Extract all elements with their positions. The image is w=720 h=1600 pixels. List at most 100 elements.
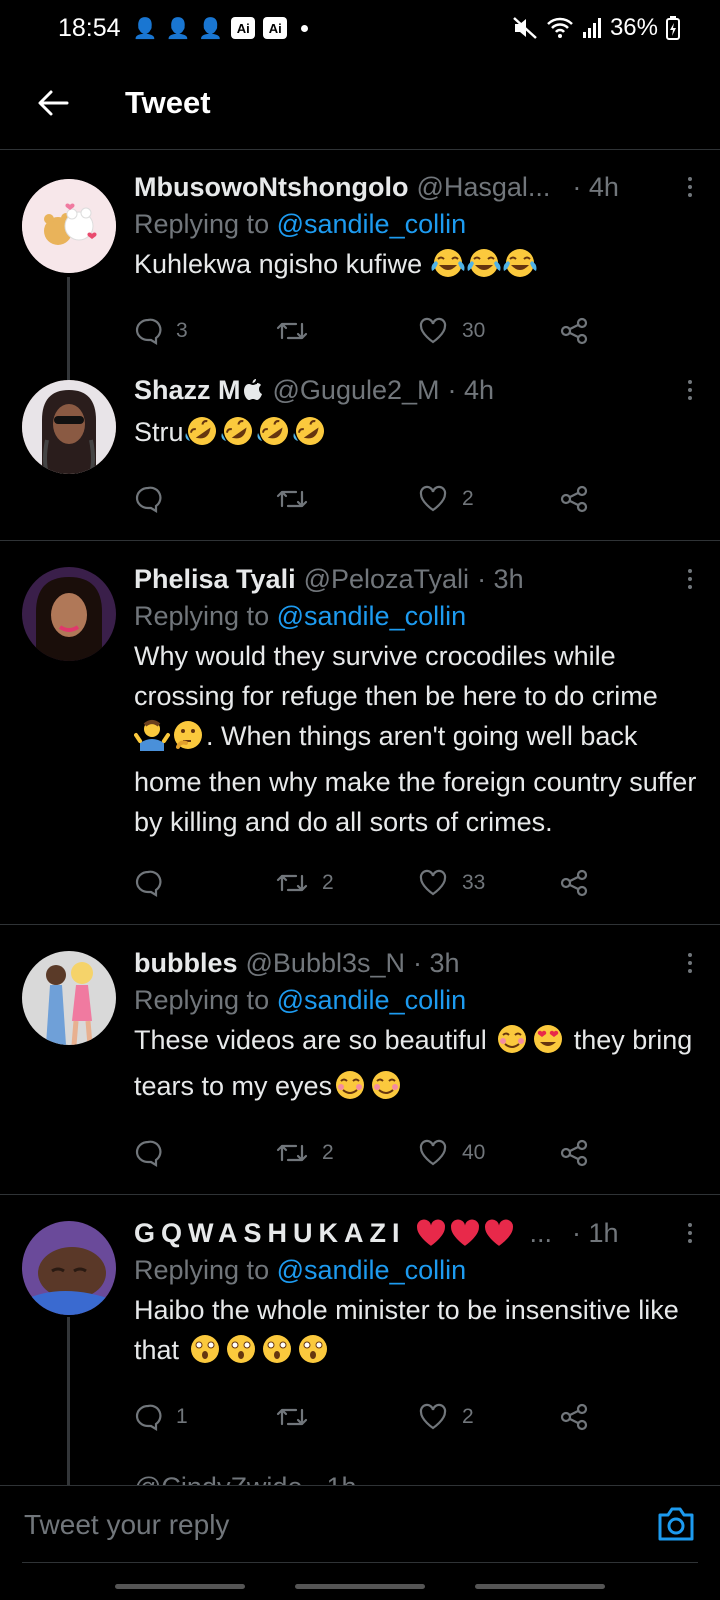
cartoon-girls-icon bbox=[22, 951, 116, 1045]
share-button[interactable] bbox=[560, 485, 588, 513]
reply-button[interactable] bbox=[134, 485, 276, 513]
heart-icon bbox=[419, 1139, 447, 1166]
tweet-item[interactable]: Phelisa Tyali @PelozaTyali · 3h Replying… bbox=[0, 541, 720, 925]
more-options-button[interactable] bbox=[680, 953, 700, 973]
retweet-icon bbox=[276, 1144, 308, 1162]
tweet-text: Why would they survive crocodiles while … bbox=[134, 636, 698, 842]
replying-to-handle[interactable]: @sandile_collin bbox=[277, 985, 467, 1015]
add-person-icon: 👤 bbox=[132, 17, 158, 40]
like-count: 40 bbox=[462, 1141, 486, 1164]
reply-button[interactable] bbox=[134, 869, 276, 897]
tweet-item[interactable]: GQWASHUKAZI ... · 1h Replying to @sandil… bbox=[0, 1195, 720, 1485]
nav-back[interactable] bbox=[475, 1584, 605, 1589]
avatar[interactable] bbox=[22, 1221, 116, 1315]
author-name[interactable]: GQWASHUKAZI bbox=[134, 1218, 406, 1249]
arrow-left-icon bbox=[38, 90, 69, 115]
share-button[interactable] bbox=[560, 869, 588, 897]
avatar[interactable] bbox=[22, 380, 116, 474]
reply-button[interactable]: 3 bbox=[134, 317, 276, 345]
more-options-button[interactable] bbox=[680, 177, 700, 197]
heart-eyes-emoji-icon bbox=[530, 1023, 566, 1066]
more-options-button[interactable] bbox=[680, 569, 700, 589]
author-name[interactable]: bubbles bbox=[134, 948, 238, 979]
reply-composer bbox=[0, 1485, 720, 1563]
replying-to-label: Replying to bbox=[134, 1255, 277, 1285]
replying-to-handle[interactable]: @sandile_collin bbox=[277, 601, 467, 631]
nav-recents[interactable] bbox=[115, 1584, 245, 1589]
retweet-button[interactable] bbox=[276, 318, 418, 344]
back-button[interactable] bbox=[28, 78, 78, 128]
tweet-item[interactable]: Shazz M @Gugule2_M · 4h Stru 2 bbox=[0, 372, 720, 541]
replying-to: Replying to @sandile_collin bbox=[134, 1255, 698, 1286]
top-app-bar: Tweet bbox=[0, 56, 720, 150]
tweet-actions: 2 33 bbox=[134, 852, 698, 914]
more-options-button[interactable] bbox=[680, 380, 700, 400]
camera-icon bbox=[658, 1507, 694, 1540]
share-icon bbox=[560, 485, 588, 513]
retweet-button[interactable] bbox=[276, 486, 418, 512]
nav-home[interactable] bbox=[295, 1584, 425, 1589]
ai-icon: Ai bbox=[231, 17, 256, 39]
avatar[interactable] bbox=[22, 179, 116, 273]
heart-icon bbox=[419, 1403, 447, 1430]
tweet-time: · 3h bbox=[477, 563, 524, 594]
retweet-button[interactable]: 2 bbox=[276, 1140, 418, 1166]
tweet-time: · 1h bbox=[572, 1217, 619, 1248]
reply-icon bbox=[135, 318, 162, 345]
partial-tweet-meta: @CindyZwide · 1h bbox=[134, 1472, 698, 1485]
author-handle[interactable]: @Gugule2_M bbox=[273, 375, 440, 406]
tweet-actions: 1 2 bbox=[134, 1386, 698, 1448]
author-handle[interactable]: ... bbox=[530, 1218, 553, 1249]
like-button[interactable]: 2 bbox=[418, 1403, 560, 1431]
bear-icon bbox=[22, 179, 116, 273]
replying-to-label: Replying to bbox=[134, 601, 277, 631]
more-notifications-dot bbox=[301, 24, 309, 32]
reply-count: 1 bbox=[176, 1405, 188, 1428]
avatar[interactable] bbox=[22, 951, 116, 1045]
tweet-item-partial[interactable]: @CindyZwide · 1h bbox=[0, 1458, 720, 1485]
reply-feed[interactable]: MbusowoNtshongolo @Hasgal... · 4h Replyi… bbox=[0, 155, 720, 1485]
like-button[interactable]: 40 bbox=[418, 1139, 560, 1167]
author-handle[interactable]: @Hasgal... bbox=[416, 172, 550, 203]
camera-button[interactable] bbox=[656, 1505, 696, 1545]
share-button[interactable] bbox=[560, 1403, 588, 1431]
red-heart-icon bbox=[416, 1219, 445, 1246]
tweet-item[interactable]: MbusowoNtshongolo @Hasgal... · 4h Replyi… bbox=[0, 155, 720, 388]
share-button[interactable] bbox=[560, 1139, 588, 1167]
smiling-blush-emoji-icon bbox=[332, 1069, 368, 1112]
joy-emoji-icon bbox=[466, 247, 502, 290]
tweet-actions: 3 30 bbox=[134, 300, 698, 362]
author-handle[interactable]: @Bubbl3s_N bbox=[246, 948, 406, 979]
battery-charging-icon bbox=[666, 16, 680, 40]
avatar[interactable] bbox=[22, 567, 116, 661]
thinking-emoji-icon bbox=[170, 719, 206, 762]
replying-to-handle[interactable]: @sandile_collin bbox=[277, 209, 467, 239]
share-icon bbox=[560, 869, 588, 897]
like-button[interactable]: 33 bbox=[418, 869, 560, 897]
tweet-text-part-1: Why would they survive crocodiles while … bbox=[134, 641, 658, 711]
author-name[interactable]: MbusowoNtshongolo bbox=[134, 172, 408, 203]
like-button[interactable]: 30 bbox=[418, 317, 560, 345]
like-count: 2 bbox=[462, 487, 474, 510]
tweet-time: · 3h bbox=[413, 947, 460, 978]
tweet-text-content: Kuhlekwa ngisho kufiwe bbox=[134, 249, 423, 279]
tweet-actions: 2 bbox=[134, 468, 698, 530]
reply-button[interactable]: 1 bbox=[134, 1403, 276, 1431]
retweet-button[interactable] bbox=[276, 1404, 418, 1430]
more-options-button[interactable] bbox=[680, 1223, 700, 1243]
reply-icon bbox=[135, 486, 162, 513]
replying-to-handle[interactable]: @sandile_collin bbox=[277, 1255, 467, 1285]
reply-button[interactable] bbox=[134, 1139, 276, 1167]
author-handle[interactable]: @PelozaTyali bbox=[304, 564, 469, 595]
tweet-time: · 4h bbox=[572, 171, 619, 202]
like-count: 33 bbox=[462, 871, 486, 894]
retweet-button[interactable]: 2 bbox=[276, 870, 418, 896]
author-name[interactable]: Shazz M bbox=[134, 375, 241, 406]
like-button[interactable]: 2 bbox=[418, 485, 560, 513]
reply-input[interactable] bbox=[24, 1508, 656, 1541]
author-name[interactable]: Phelisa Tyali bbox=[134, 564, 296, 595]
woman-photo-icon bbox=[22, 380, 116, 474]
reply-icon bbox=[135, 870, 162, 897]
tweet-item[interactable]: bubbles @Bubbl3s_N · 3h Replying to @san… bbox=[0, 925, 720, 1195]
share-button[interactable] bbox=[560, 317, 588, 345]
